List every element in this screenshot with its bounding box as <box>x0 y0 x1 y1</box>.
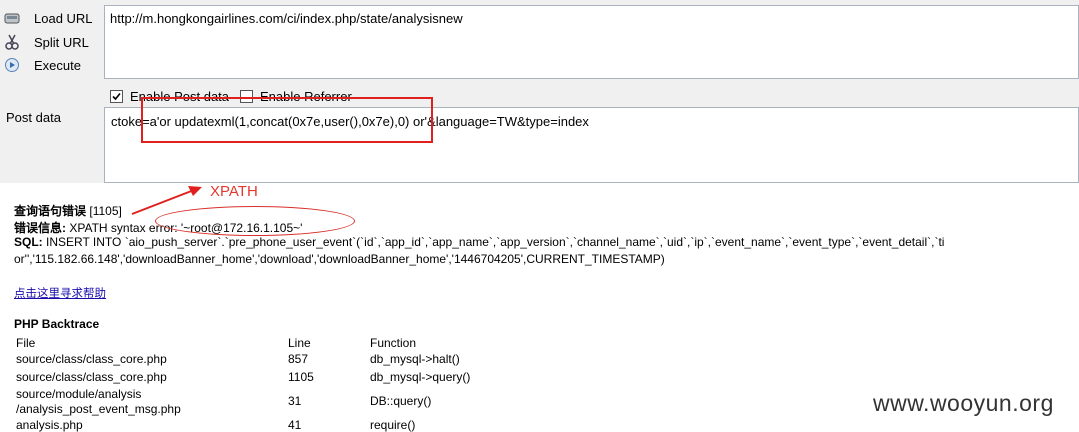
sql-line-2: or'','115.182.66.148','downloadBanner_ho… <box>14 252 665 266</box>
watermark: www.wooyun.org <box>873 390 1054 416</box>
row-function: DB::query() <box>370 394 432 408</box>
execute-button[interactable]: Execute <box>4 55 81 75</box>
sql-text-1: INSERT INTO `aio_push_server`.`pre_phone… <box>46 235 945 249</box>
row-line: 1105 <box>288 370 314 384</box>
split-url-label: Split URL <box>34 34 89 50</box>
row-file: source/class/class_core.php <box>16 352 167 366</box>
load-url-button[interactable]: Load URL <box>4 8 93 28</box>
load-url-icon <box>4 10 20 26</box>
sql-line-1: SQL: INSERT INTO `aio_push_server`.`pre_… <box>14 235 944 249</box>
help-link[interactable]: 点击这里寻求帮助 <box>14 285 106 301</box>
url-input[interactable]: http://m.hongkongairlines.com/ci/index.p… <box>104 5 1079 79</box>
play-icon <box>4 57 20 73</box>
highlight-oval <box>155 206 355 236</box>
row-line: 31 <box>288 394 302 408</box>
header-function: Function <box>370 336 417 350</box>
highlight-box <box>141 97 433 143</box>
scissors-icon <box>4 34 20 50</box>
post-data-label: Post data <box>6 110 61 125</box>
load-url-label: Load URL <box>34 10 93 26</box>
error-code: [1105] <box>89 204 122 218</box>
header-line: Line <box>288 336 311 350</box>
row-file: source/class/class_core.php <box>16 370 167 384</box>
header-file: File <box>16 336 36 350</box>
sql-label: SQL: <box>14 235 43 249</box>
row-file: analysis.php <box>16 418 83 432</box>
row-function: db_mysql->halt() <box>370 352 460 366</box>
backtrace-title: PHP Backtrace <box>14 317 100 331</box>
row-line: 41 <box>288 418 302 432</box>
row-line: 857 <box>288 352 309 366</box>
error-title-label: 查询语句错误 <box>14 204 87 218</box>
error-message-label: 错误信息: <box>14 221 66 235</box>
row-function: require() <box>370 418 416 432</box>
row-file-cont: /analysis_post_event_msg.php <box>16 402 181 416</box>
split-url-button[interactable]: Split URL <box>4 32 89 52</box>
row-file: source/module/analysis <box>16 387 142 401</box>
xpath-annotation: XPATH <box>210 183 258 200</box>
error-title: 查询语句错误 [1105] <box>14 202 122 219</box>
execute-label: Execute <box>34 57 81 73</box>
checkbox-checked-icon <box>110 89 123 103</box>
hackbar-panel: Load URL Split URL Execute http://m.hong… <box>0 0 1079 183</box>
row-function: db_mysql->query() <box>370 370 471 384</box>
